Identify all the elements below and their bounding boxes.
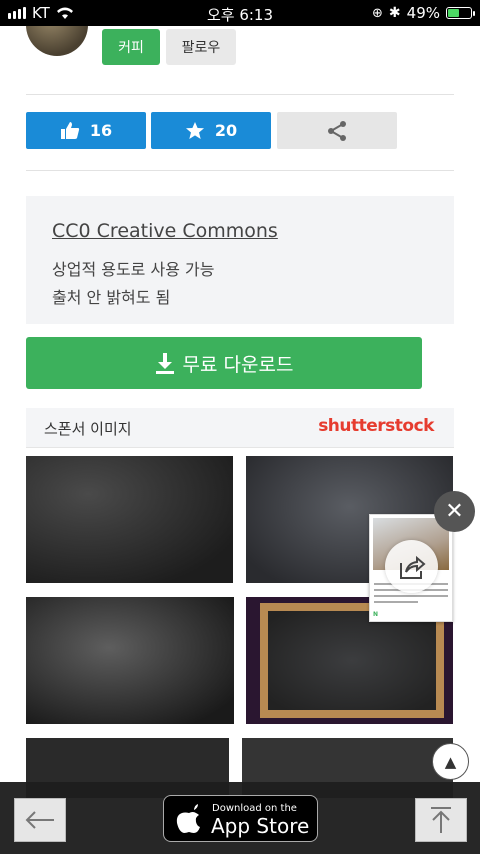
sponsor-image[interactable] [26,456,233,583]
download-icon [155,353,174,374]
app-store-caption: Download on the [212,803,297,814]
close-button[interactable]: ✕ [434,491,475,532]
thumbs-up-icon [60,121,79,139]
sponsor-label: 스폰서 이미지 [44,420,132,438]
favorite-count: 20 [214,121,238,140]
back-button[interactable] [14,798,66,842]
share-out-button[interactable] [385,540,438,593]
share-out-icon [399,555,426,579]
license-link[interactable]: CC0 Creative Commons [52,220,278,242]
download-label: 무료 다운로드 [182,353,294,376]
arrow-left-icon [25,811,54,829]
triangle-up-icon: ▲ [444,752,457,771]
bluetooth-icon: ✱ [388,5,401,21]
app-store-badge[interactable]: Download on the App Store [163,795,318,842]
battery-icon [446,7,475,19]
apple-logo-icon [176,804,200,833]
divider [26,94,454,95]
divider [26,170,454,171]
favorite-button[interactable]: 20 [151,112,271,149]
close-icon: ✕ [445,499,464,524]
follow-button[interactable]: 팔로우 [166,29,236,65]
arrow-to-top-icon [431,807,451,833]
clock: 오후 6:13 [206,6,274,24]
license-commercial-use: 상업적 용도로 사용 가능 [52,260,215,279]
license-box: CC0 Creative Commons 상업적 용도로 사용 가능 출처 안 … [26,196,454,324]
free-download-button[interactable]: 무료 다운로드 [26,337,422,389]
shutterstock-logo[interactable]: shutterstock [318,416,434,436]
star-icon [185,121,204,139]
app-store-title: App Store [211,814,310,838]
bottom-bar: Download on the App Store [0,782,480,854]
share-icon [328,120,346,141]
like-button[interactable]: 16 [26,112,146,149]
sponsor-image[interactable] [26,597,234,724]
rotation-lock-icon: ⊕ [372,5,383,21]
scroll-up-button[interactable]: ▲ [432,743,469,780]
battery-percent: 49% [406,4,440,22]
license-no-attribution: 출처 안 밝혀도 됨 [52,288,171,307]
scroll-top-button[interactable] [415,798,467,842]
share-button[interactable] [277,112,397,149]
like-count: 16 [89,121,113,140]
status-bar: KT 오후 6:13 ⊕ ✱ 49% [0,0,480,26]
naver-icon: N [373,611,379,618]
sponsor-header: 스폰서 이미지 shutterstock [26,408,454,448]
copy-button[interactable]: 커피 [102,29,160,65]
